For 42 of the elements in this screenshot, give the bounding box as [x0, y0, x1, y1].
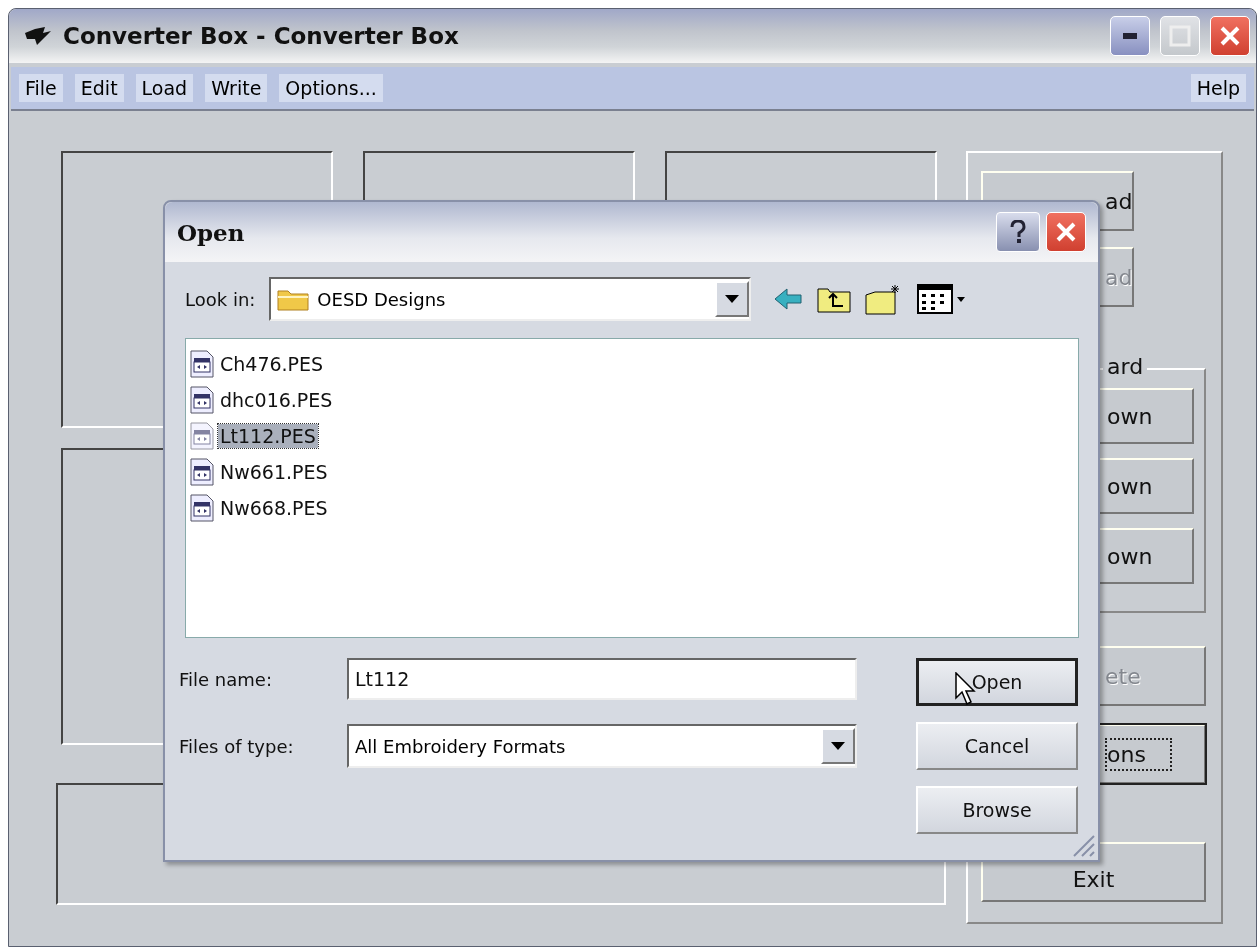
back-arrow-icon[interactable] [773, 287, 804, 311]
file-type-label: Files of type: [179, 735, 295, 757]
menu-item[interactable]: Options... [279, 74, 383, 102]
look-in-value: OESD Designs [317, 288, 446, 310]
design-filename[interactable]: dhc016.PES [218, 388, 335, 412]
dialog-button[interactable]: Cancel [916, 722, 1078, 770]
design-filename[interactable]: Lt112.PES [218, 424, 318, 448]
close-icon [1055, 221, 1077, 243]
help-menu[interactable]: Help [1190, 74, 1246, 102]
file-name-label: File name: [179, 668, 273, 690]
file-name-field[interactable]: Lt112 [347, 658, 857, 700]
file-icon [190, 350, 214, 378]
design-filename[interactable]: Ch476.PES [218, 352, 326, 376]
design-filename[interactable]: Nw661.PES [218, 460, 330, 484]
design-filename[interactable]: Nw668.PES [218, 496, 330, 520]
file-icon [190, 386, 214, 414]
dialog-title: Open [177, 218, 246, 246]
close-button[interactable] [1046, 212, 1086, 252]
view-menu-icon[interactable] [917, 284, 968, 314]
close-icon [1219, 25, 1241, 47]
dialog-button[interactable]: Open [916, 658, 1078, 706]
dialog-button[interactable]: Browse [916, 786, 1078, 834]
file-icon [190, 422, 214, 450]
look-in-dropdown[interactable]: OESD Designs [269, 277, 752, 321]
menu-item[interactable]: File [19, 74, 63, 102]
help-button[interactable] [996, 212, 1040, 252]
up-folder-icon[interactable] [817, 285, 852, 313]
file-icon [190, 458, 214, 486]
close-button[interactable] [1210, 16, 1250, 56]
menu-item[interactable]: Write [205, 74, 268, 102]
look-in-label: Look in: [185, 288, 256, 310]
minimize-button[interactable] [1110, 16, 1150, 56]
minimize-icon [1123, 33, 1137, 39]
menu-item[interactable]: Edit [74, 74, 124, 102]
file-icon [190, 494, 214, 522]
menu-item[interactable]: Load [135, 74, 194, 102]
maximize-icon [1169, 25, 1191, 47]
folder-icon [277, 287, 310, 311]
app-icon [23, 25, 53, 47]
file-type-dropdown[interactable]: All Embroidery Formats [347, 724, 857, 768]
window-title: Converter Box - Converter Box [63, 23, 460, 49]
question-mark-icon [1010, 220, 1026, 244]
